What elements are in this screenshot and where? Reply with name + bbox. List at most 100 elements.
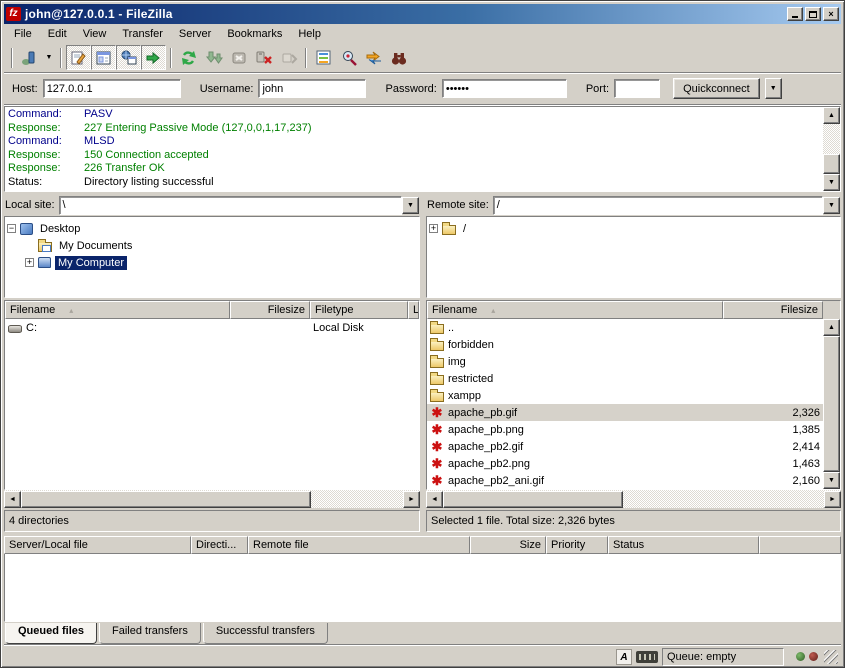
image-file-icon: ✱	[430, 474, 444, 487]
remote-file-row[interactable]: xampp	[427, 387, 823, 404]
tab-failed-transfers[interactable]: Failed transfers	[99, 623, 201, 644]
expand-icon[interactable]: +	[429, 224, 438, 233]
remote-horizontal-scrollbar[interactable]: ◄ ►	[426, 490, 841, 508]
remote-file-row[interactable]: ✱apache_pb.png 1,385	[427, 421, 823, 438]
remote-site-dropdown-button[interactable]: ▼	[823, 197, 840, 214]
local-horizontal-scrollbar[interactable]: ◄ ►	[4, 490, 420, 508]
scroll-up-button[interactable]: ▲	[823, 107, 840, 124]
column-header-filetype[interactable]: Filetype	[310, 301, 408, 319]
scroll-right-button[interactable]: ►	[824, 491, 841, 508]
log-vertical-scrollbar[interactable]: ▲ ▼	[823, 107, 840, 191]
toggle-local-tree-button[interactable]	[91, 45, 116, 70]
password-input[interactable]	[442, 79, 567, 98]
browser-panes: Local site: \ ▼ − Desktop My Documents	[4, 194, 841, 532]
remote-file-row[interactable]: img	[427, 353, 823, 370]
username-input[interactable]	[258, 79, 366, 98]
resize-grip[interactable]	[824, 650, 838, 664]
remote-file-row[interactable]: forbidden	[427, 336, 823, 353]
file-size: 1,385	[723, 424, 823, 436]
scrollbar-thumb[interactable]	[823, 154, 840, 174]
tree-item-my-computer[interactable]: + My Computer	[25, 254, 417, 271]
toggle-transfer-queue-button[interactable]	[141, 45, 166, 70]
host-input[interactable]	[43, 79, 181, 98]
scroll-up-button[interactable]: ▲	[823, 319, 840, 336]
local-site-label: Local site:	[5, 199, 55, 211]
local-site-dropdown-button[interactable]: ▼	[402, 197, 419, 214]
column-header-filename[interactable]: Filename▴	[5, 301, 230, 319]
remote-file-row[interactable]: ✱apache_pb2_ani.gif 2,160	[427, 472, 823, 489]
menu-transfer[interactable]: Transfer	[114, 26, 171, 42]
quickconnect-dropdown-button[interactable]: ▼	[765, 78, 782, 99]
queue-body[interactable]	[4, 554, 841, 622]
scrollbar-thumb[interactable]	[823, 336, 840, 472]
menu-bookmarks[interactable]: Bookmarks	[219, 26, 290, 42]
scroll-down-button[interactable]: ▼	[823, 472, 840, 489]
toggle-remote-tree-button[interactable]	[116, 45, 141, 70]
filter-button[interactable]	[311, 45, 336, 70]
chevron-down-icon: ▼	[407, 202, 414, 209]
process-queue-button[interactable]	[201, 45, 226, 70]
tree-item-my-documents[interactable]: My Documents	[25, 237, 417, 254]
remote-vertical-scrollbar[interactable]: ▲ ▼	[823, 319, 840, 489]
reconnect-button[interactable]	[276, 45, 301, 70]
maximize-button[interactable]	[805, 7, 821, 21]
column-header-filesize[interactable]: Filesize	[723, 301, 823, 319]
folder-icon	[430, 392, 444, 402]
column-header-direction[interactable]: Directi...	[191, 536, 248, 554]
remote-file-row[interactable]: restricted	[427, 370, 823, 387]
remote-file-row-selected[interactable]: ✱apache_pb.gif 2,326	[427, 404, 823, 421]
remote-file-row[interactable]: ✱apache_pb2.gif 2,414	[427, 438, 823, 455]
remote-file-row[interactable]: ✱apache_pb2.png 1,463	[427, 455, 823, 472]
column-header-filename[interactable]: Filename▴	[427, 301, 723, 319]
remote-file-row[interactable]: ..	[427, 319, 823, 336]
column-header-size[interactable]: Size	[470, 536, 546, 554]
toggle-message-log-button[interactable]	[66, 45, 91, 70]
menu-server[interactable]: Server	[171, 26, 219, 42]
scroll-down-button[interactable]: ▼	[823, 174, 840, 191]
expand-icon[interactable]: +	[25, 258, 34, 267]
scroll-left-button[interactable]: ◄	[4, 491, 21, 508]
cancel-button[interactable]	[226, 45, 251, 70]
port-input[interactable]	[614, 79, 660, 98]
local-file-row[interactable]: C: Local Disk	[5, 319, 419, 336]
column-header-server-local-file[interactable]: Server/Local file	[4, 536, 191, 554]
tree-item-root[interactable]: + /	[429, 220, 838, 237]
site-manager-dropdown-button[interactable]: ▼	[42, 45, 56, 70]
tree-item-desktop[interactable]: − Desktop	[7, 220, 417, 237]
scroll-left-button[interactable]: ◄	[426, 491, 443, 508]
remote-site-value[interactable]: /	[493, 196, 823, 215]
file-size: 2,326	[723, 407, 823, 419]
tab-successful-transfers[interactable]: Successful transfers	[203, 623, 328, 644]
window-title: john@127.0.0.1 - FileZilla	[25, 7, 173, 21]
menu-file[interactable]: File	[6, 26, 40, 42]
quickconnect-button[interactable]: Quickconnect	[673, 78, 760, 99]
local-site-value[interactable]: \	[59, 196, 402, 215]
local-site-combo[interactable]: \ ▼	[59, 196, 419, 215]
speed-limits-icon[interactable]	[636, 651, 658, 663]
site-manager-button[interactable]	[17, 45, 42, 70]
tab-queued-files[interactable]: Queued files	[5, 623, 97, 644]
close-button[interactable]: ×	[823, 7, 839, 21]
column-header-filesize[interactable]: Filesize	[230, 301, 310, 319]
scrollbar-thumb[interactable]	[21, 491, 311, 508]
column-header-status[interactable]: Status	[608, 536, 759, 554]
refresh-button[interactable]	[176, 45, 201, 70]
synchronized-browsing-button[interactable]	[361, 45, 386, 70]
column-header-priority[interactable]: Priority	[546, 536, 608, 554]
scrollbar-thumb[interactable]	[443, 491, 623, 508]
scroll-right-button[interactable]: ►	[403, 491, 420, 508]
menu-help[interactable]: Help	[290, 26, 329, 42]
activity-led-green-icon	[796, 652, 805, 661]
remote-site-combo[interactable]: / ▼	[493, 196, 840, 215]
local-treeview-icon	[95, 49, 113, 67]
directory-comparison-button[interactable]	[336, 45, 361, 70]
data-type-icon[interactable]: A	[616, 649, 632, 665]
find-files-button[interactable]	[386, 45, 411, 70]
column-header-lastmodified[interactable]: L	[408, 301, 419, 319]
minimize-button[interactable]	[787, 7, 803, 21]
menu-view[interactable]: View	[75, 26, 115, 42]
menu-edit[interactable]: Edit	[40, 26, 75, 42]
disconnect-button[interactable]	[251, 45, 276, 70]
collapse-icon[interactable]: −	[7, 224, 16, 233]
column-header-remote-file[interactable]: Remote file	[248, 536, 470, 554]
